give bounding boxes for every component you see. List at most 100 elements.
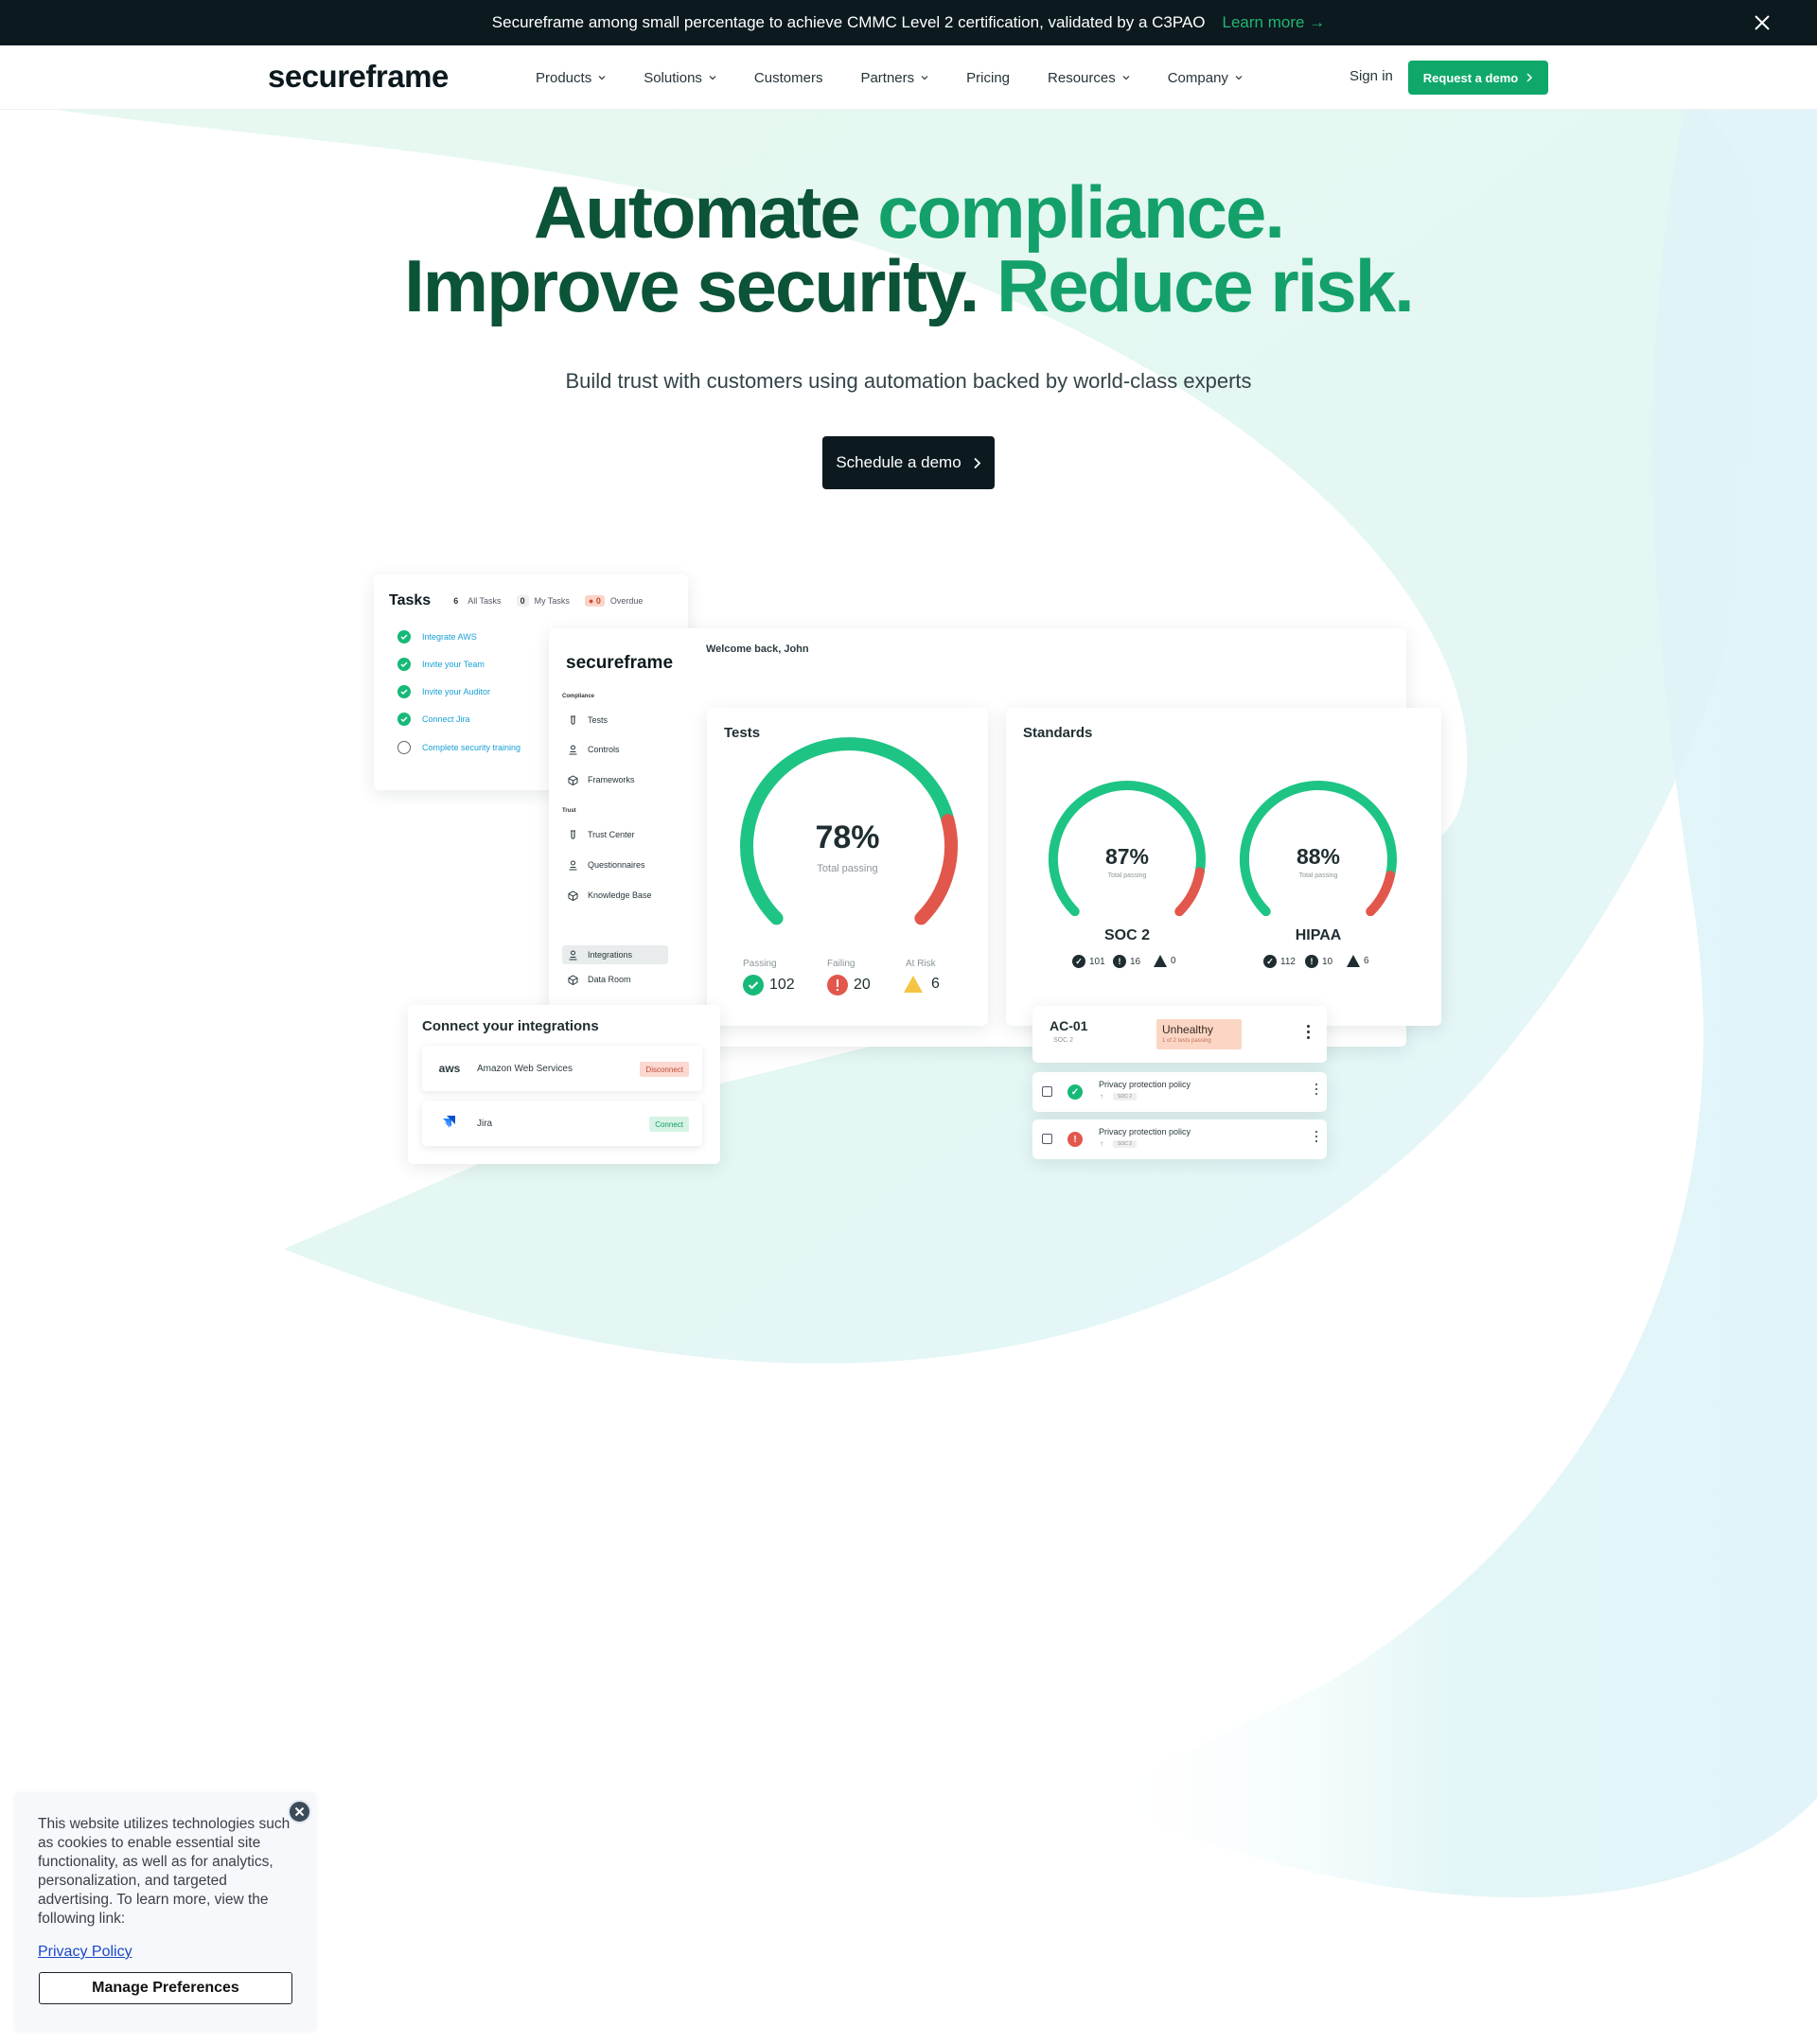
- nav-label: Products: [536, 69, 592, 86]
- task-label: Integrate AWS: [422, 632, 477, 642]
- logo[interactable]: secureframe: [268, 59, 449, 95]
- cta-label: Schedule a demo: [836, 453, 961, 471]
- manage-preferences-button[interactable]: Manage Preferences: [39, 1972, 292, 2004]
- count: 6: [453, 596, 459, 606]
- row-checkbox[interactable]: [1042, 1086, 1052, 1097]
- alert-circle-icon: !: [1067, 1132, 1083, 1147]
- sidebar-label: Questionnaires: [588, 860, 645, 870]
- announcement-text: Secureframe among small percentage to ac…: [491, 13, 1206, 31]
- at-risk-value: 6: [903, 975, 940, 994]
- integration-row-aws: aws Amazon Web Services Disconnect: [422, 1046, 702, 1091]
- schedule-demo-button[interactable]: Schedule a demo: [822, 436, 995, 489]
- sidebar-label: Trust Center: [588, 830, 635, 839]
- hipaa-fail-count: ! 10: [1305, 955, 1332, 968]
- flask-icon: [571, 829, 575, 839]
- hipaa-pass-count: ✓ 112: [1263, 955, 1296, 968]
- warning-icon: [1347, 955, 1360, 967]
- request-demo-button[interactable]: Request a demo: [1408, 61, 1548, 95]
- warning-icon: [904, 976, 923, 993]
- my-tasks-tab[interactable]: 0 My Tasks: [516, 595, 570, 607]
- soc2-fail-count: ! 16: [1113, 955, 1140, 968]
- soc2-name: SOC 2: [1103, 927, 1150, 943]
- nav-company[interactable]: Company: [1168, 70, 1243, 86]
- more-icon[interactable]: [1307, 1025, 1311, 1042]
- check-circle-icon: ✓: [1072, 955, 1085, 968]
- close-icon[interactable]: [288, 1800, 311, 1824]
- soc2-percent: 87%: [1104, 844, 1150, 869]
- chevron-right-icon: [974, 457, 980, 468]
- task-item[interactable]: Invite your Auditor: [397, 685, 490, 698]
- row-checkbox[interactable]: [1042, 1134, 1052, 1144]
- integration-name: Jira: [477, 1118, 493, 1129]
- controls-icon: [569, 950, 577, 960]
- all-tasks-tab[interactable]: 6 All Tasks: [453, 596, 501, 606]
- chip-label: All Tasks: [467, 596, 502, 606]
- nav-pricing[interactable]: Pricing: [966, 70, 1010, 86]
- integrations-card: Connect your integrations aws Amazon Web…: [408, 1005, 720, 1164]
- task-item[interactable]: Integrate AWS: [397, 630, 477, 643]
- more-icon[interactable]: [1315, 1084, 1319, 1098]
- headline-accent: Reduce risk.: [996, 244, 1415, 327]
- learn-more-link[interactable]: Learn more →: [1223, 13, 1326, 32]
- task-item[interactable]: Connect Jira: [397, 713, 470, 726]
- nav-partners[interactable]: Partners: [860, 70, 928, 86]
- policy-tag: SOC 2: [1113, 1140, 1138, 1148]
- close-icon[interactable]: [1751, 11, 1773, 34]
- sign-in-link[interactable]: Sign in: [1350, 68, 1393, 84]
- control-card[interactable]: AC-01 SOC 2 Unhealthy 1 of 2 tests passi…: [1032, 1006, 1327, 1063]
- value: 10: [1322, 956, 1333, 967]
- chevron-down-icon: [709, 76, 716, 80]
- check-icon: [397, 685, 411, 698]
- policy-name: Privacy protection policy: [1099, 1080, 1191, 1089]
- more-icon[interactable]: [1315, 1131, 1319, 1145]
- welcome-text: Welcome back, John: [706, 643, 809, 655]
- overdue-count: ● 0: [584, 595, 605, 607]
- soc2-sub: Total passing: [1107, 872, 1147, 879]
- gauge-failing-arc: [1366, 871, 1396, 916]
- nav-products[interactable]: Products: [536, 70, 606, 86]
- tests-sub: Total passing: [817, 863, 878, 874]
- cube-icon: [568, 974, 578, 985]
- alert-circle-icon: !: [1113, 955, 1126, 968]
- cube-icon: [568, 890, 578, 901]
- hipaa-sub: Total passing: [1298, 872, 1338, 879]
- overdue-tab[interactable]: ● 0 Overdue: [584, 595, 643, 607]
- sidebar-item-controls[interactable]: Controls: [562, 740, 668, 759]
- privacy-policy-link[interactable]: Privacy Policy: [38, 1944, 132, 1961]
- standards-title: Standards: [1023, 725, 1093, 741]
- warning-icon: [1154, 955, 1167, 967]
- upload-icon: ↑: [1100, 1139, 1103, 1148]
- sidebar-item-knowledge-base[interactable]: Knowledge Base: [562, 886, 668, 905]
- empty-circle-icon: [397, 741, 411, 754]
- value: 0: [1171, 956, 1176, 966]
- chip-label: My Tasks: [534, 596, 570, 606]
- sidebar-item-integrations[interactable]: Integrations: [562, 945, 668, 964]
- connect-button[interactable]: Connect: [649, 1117, 689, 1132]
- tests-card: Tests 78% Total passing Passing Failing …: [707, 708, 988, 1026]
- task-item[interactable]: Invite your Team: [397, 658, 485, 671]
- value: 101: [1089, 956, 1105, 967]
- policy-name: Privacy protection policy: [1099, 1127, 1191, 1137]
- sidebar-item-trust-center[interactable]: Trust Center: [562, 825, 668, 844]
- nav-customers[interactable]: Customers: [754, 70, 823, 86]
- headline-accent: compliance.: [877, 170, 1285, 254]
- task-item[interactable]: Complete security training: [397, 741, 520, 754]
- sidebar-item-data-room[interactable]: Data Room: [562, 970, 668, 989]
- status-text: Unhealthy: [1162, 1023, 1214, 1036]
- nav-solutions[interactable]: Solutions: [644, 70, 716, 86]
- status-badge: Unhealthy 1 of 2 tests passing: [1156, 1019, 1242, 1049]
- sidebar-item-questionnaires[interactable]: Questionnaires: [562, 855, 668, 874]
- nav-label: Resources: [1048, 69, 1116, 86]
- sidebar-item-tests[interactable]: Tests: [562, 711, 668, 730]
- nav-resources[interactable]: Resources: [1048, 70, 1130, 86]
- check-icon: [397, 713, 411, 726]
- value: 102: [769, 977, 795, 993]
- chevron-down-icon: [1235, 76, 1243, 80]
- cube-icon: [568, 774, 578, 785]
- controls-icon: [569, 745, 577, 754]
- check-circle-icon: ✓: [1067, 1084, 1083, 1100]
- sidebar-item-frameworks[interactable]: Frameworks: [562, 770, 668, 789]
- announcement-bar: Secureframe among small percentage to ac…: [0, 0, 1817, 45]
- nav-label: Company: [1167, 69, 1228, 86]
- disconnect-button[interactable]: Disconnect: [640, 1062, 689, 1077]
